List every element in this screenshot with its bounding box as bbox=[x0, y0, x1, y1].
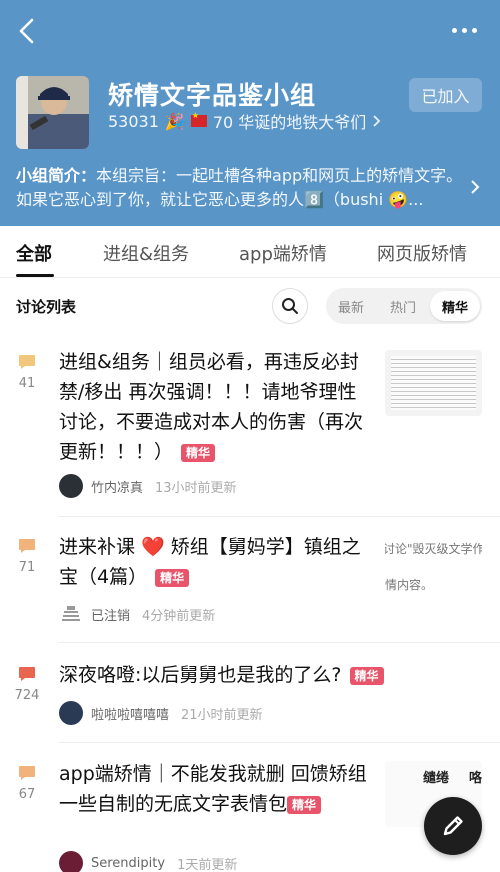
tab-bar: 全部 进组&组务 app端矫情 网页版矫情 bbox=[0, 226, 500, 278]
update-time: 4分钟前更新 bbox=[142, 608, 216, 624]
member-count: 53031 bbox=[108, 111, 159, 131]
featured-tag: 精华 bbox=[181, 443, 216, 462]
divider bbox=[59, 742, 500, 743]
update-time: 13小时前更新 bbox=[155, 480, 237, 496]
china-flag-icon bbox=[190, 111, 207, 127]
comment-count: 41 bbox=[18, 376, 36, 391]
joined-button[interactable]: 已加入 bbox=[409, 78, 482, 112]
author-name: 啦啦啦嘻嘻嘻 bbox=[91, 707, 170, 723]
post-author[interactable]: 已注销 4分钟前更新 bbox=[59, 602, 215, 626]
group-title: 矫情文字品鉴小组 bbox=[108, 81, 317, 110]
tab-all[interactable]: 全部 bbox=[16, 240, 52, 266]
member-badge-text: 70 华诞的地铁大爷们 bbox=[212, 113, 367, 132]
comment-bubble-icon bbox=[19, 355, 35, 369]
post-title[interactable]: 进来补课 ❤️ 矫组【舅妈学】镇组之宝（4篇） 精华 bbox=[59, 532, 377, 592]
author-name: 已注销 bbox=[91, 608, 131, 624]
compose-button[interactable] bbox=[424, 797, 482, 855]
featured-tag: 精华 bbox=[287, 795, 322, 814]
tab-join-affairs[interactable]: 进组&组务 bbox=[103, 240, 189, 266]
post-title[interactable]: 深夜咯噔:以后舅舅也是我的了么? 精华 bbox=[59, 660, 479, 690]
deleted-user-icon bbox=[59, 602, 83, 626]
tab-web[interactable]: 网页版矫情 bbox=[377, 240, 467, 266]
update-time: 1天前更新 bbox=[177, 857, 238, 872]
avatar bbox=[59, 701, 83, 725]
thumbnail-text-2: 情内容。 bbox=[385, 578, 434, 592]
comment-bubble-icon bbox=[19, 766, 35, 780]
comment-count: 724 bbox=[14, 688, 40, 703]
chevron-right-icon bbox=[373, 115, 381, 127]
intro-label: 小组简介： bbox=[16, 166, 97, 185]
thumbnail-text-1: 讨论"毁灭级文学作品 bbox=[385, 542, 482, 556]
active-tab-indicator bbox=[16, 274, 54, 277]
filter-latest[interactable]: 最新 bbox=[338, 297, 364, 316]
search-button[interactable] bbox=[272, 288, 308, 324]
filter-featured[interactable]: 精华 bbox=[430, 291, 480, 321]
post-title[interactable]: 进组&组务｜组员必看，再违反必封禁/移出 再次强调！！！请地爷理性讨论，不要造成… bbox=[59, 347, 371, 467]
featured-tag: 精华 bbox=[349, 666, 384, 685]
post-thumbnail[interactable] bbox=[385, 350, 482, 416]
pencil-icon bbox=[443, 816, 463, 836]
post-title[interactable]: app端矫情｜不能发我就删 回馈矫组 一些自制的无底文字表情包 精华 bbox=[59, 759, 377, 819]
post-title-text: 深夜咯噔:以后舅舅也是我的了么? bbox=[59, 664, 342, 686]
thumbnail-text-1: 缱绻 bbox=[423, 771, 450, 786]
tab-app[interactable]: app端矫情 bbox=[239, 240, 327, 266]
comment-count: 71 bbox=[18, 560, 36, 575]
post-author[interactable]: Serendipity 1天前更新 bbox=[59, 851, 237, 872]
post-author[interactable]: 竹内凉真 13小时前更新 bbox=[59, 474, 237, 498]
more-options-icon[interactable] bbox=[448, 22, 480, 38]
group-intro[interactable]: 小组简介：本组宗旨：一起吐槽各种app和网页上的矫情文字。如果它恶心到了你，就让… bbox=[16, 164, 466, 212]
search-icon bbox=[282, 298, 298, 314]
group-header: 矫情文字品鉴小组 53031 🎉 70 华诞的地铁大爷们 已加入 小组简介：本组… bbox=[0, 0, 500, 226]
avatar bbox=[59, 474, 83, 498]
group-meta[interactable]: 53031 🎉 70 华诞的地铁大爷们 bbox=[108, 109, 382, 133]
comment-bubble-icon bbox=[19, 539, 35, 553]
comment-bubble-icon bbox=[19, 667, 35, 681]
avatar bbox=[59, 851, 83, 872]
filter-hot[interactable]: 热门 bbox=[390, 297, 416, 316]
post-thumbnail[interactable]: 讨论"毁灭级文学作品 情内容。 bbox=[385, 532, 482, 598]
thumbnail-text-2: 咯 bbox=[469, 771, 482, 786]
divider bbox=[59, 516, 500, 517]
post-author[interactable]: 啦啦啦嘻嘻嘻 21小时前更新 bbox=[59, 701, 263, 725]
intro-chevron-icon[interactable] bbox=[468, 178, 482, 196]
discussion-list-label: 讨论列表 bbox=[16, 298, 77, 316]
author-name: 竹内凉真 bbox=[91, 480, 144, 496]
author-name: Serendipity bbox=[91, 855, 166, 871]
divider bbox=[59, 642, 500, 643]
back-icon[interactable] bbox=[14, 16, 42, 46]
featured-tag: 精华 bbox=[155, 568, 190, 587]
party-popper-icon: 🎉 bbox=[164, 111, 185, 131]
comment-count: 67 bbox=[18, 787, 36, 802]
group-avatar[interactable] bbox=[16, 76, 89, 149]
update-time: 21小时前更新 bbox=[181, 707, 263, 723]
sort-filter: 最新 热门 精华 bbox=[326, 288, 482, 324]
post-title-text: 进来补课 ❤️ 矫组【舅妈学】镇组之宝（4篇） bbox=[59, 536, 361, 588]
